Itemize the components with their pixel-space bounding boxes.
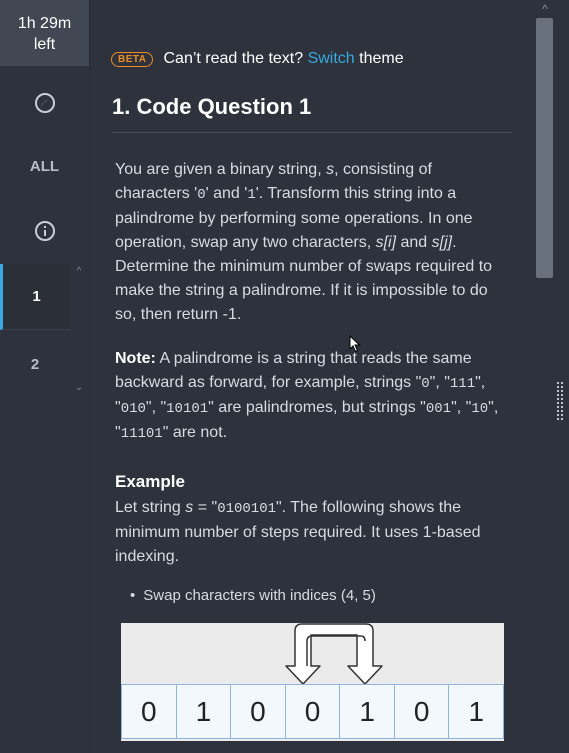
theme-notice-prefix: Can’t read the text?: [163, 50, 304, 67]
compass-icon: [34, 93, 55, 113]
question-list-scroll-down-icon[interactable]: ⌄: [74, 383, 84, 393]
bullet-icon: •: [130, 587, 136, 604]
scroll-up-icon[interactable]: ^: [538, 2, 552, 16]
theme-notice-text: Can’t read the text? Switch theme: [163, 50, 403, 68]
string-cell: 1: [175, 684, 232, 739]
scrollbar-thumb[interactable]: [536, 18, 553, 278]
question-panel: BETA Can’t read the text? Switch theme 1…: [90, 0, 534, 753]
info-icon: [34, 221, 55, 241]
rail-all-questions-button[interactable]: ALL: [0, 143, 89, 189]
rail-overview-button[interactable]: [0, 78, 89, 128]
swap-arrows-icon: [285, 623, 383, 685]
binary-string-cells: 0 1 0 0 1 0 1: [121, 684, 505, 739]
string-cell: 0: [284, 684, 341, 739]
question-nav-item-2[interactable]: 2: [0, 331, 70, 397]
question-list-scroll-up-icon[interactable]: ^: [74, 267, 84, 277]
question-nav-item-1[interactable]: 1: [0, 264, 70, 330]
time-remaining-value: 1h 29m: [17, 15, 72, 32]
mouse-pointer-icon: [349, 335, 361, 353]
beta-badge: BETA: [111, 51, 154, 67]
string-cell: 0: [393, 684, 450, 739]
question-title: 1. Code Question 1: [112, 94, 312, 119]
theme-notice: BETA Can’t read the text? Switch theme: [111, 48, 404, 70]
swap-diagram: 0 1 0 0 1 0 1: [121, 623, 505, 741]
rail-info-button[interactable]: [0, 206, 89, 256]
example-heading: Example: [115, 472, 185, 491]
example-description: Let string s = "0100101". The following …: [115, 499, 481, 565]
theme-notice-suffix: theme: [359, 50, 404, 67]
left-navigation-rail: 1h 29m left ALL 1 2 ^ ⌄: [0, 0, 90, 753]
time-remaining-label: left: [33, 36, 56, 53]
string-cell: 0: [230, 684, 286, 739]
switch-theme-link[interactable]: Switch: [308, 50, 355, 67]
assessment-screen: 1h 29m left ALL 1 2 ^ ⌄ BETA Can’t read …: [0, 0, 569, 753]
time-remaining: 1h 29m left: [0, 0, 89, 66]
string-cell: 0: [121, 684, 177, 739]
title-divider: [112, 132, 512, 133]
example-step-text: Swap characters with indices (4, 5): [143, 587, 376, 604]
string-cell: 1: [339, 684, 395, 739]
example-step: • Swap characters with indices (4, 5): [130, 585, 376, 607]
string-cell: 1: [448, 684, 505, 739]
palindrome-note: Note: A palindrome is a string that read…: [115, 350, 499, 442]
panel-resize-handle[interactable]: [556, 381, 564, 421]
question-list: 1 2 ^ ⌄: [0, 264, 89, 397]
problem-statement: You are given a binary string, s, consis…: [115, 161, 493, 323]
